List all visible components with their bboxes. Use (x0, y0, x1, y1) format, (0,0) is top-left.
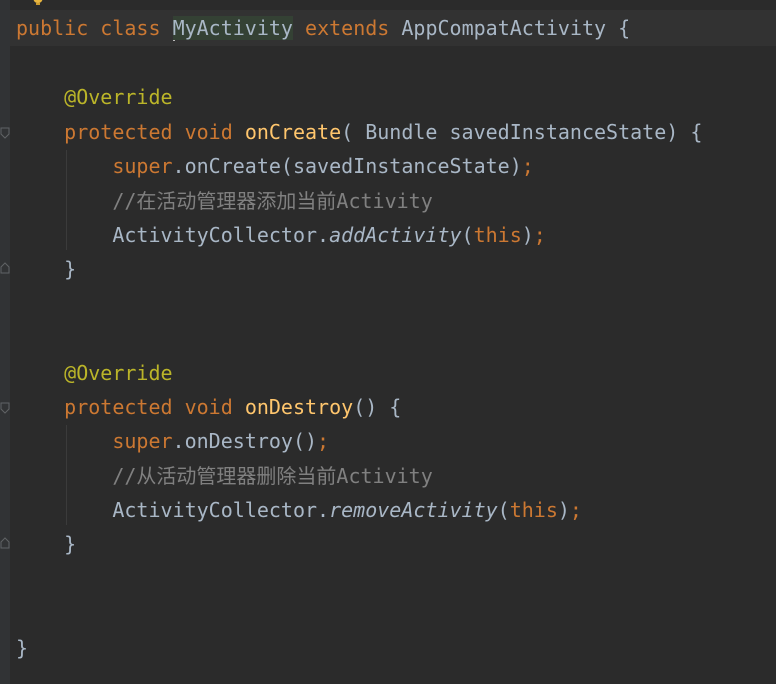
superclass-name[interactable]: AppCompatActivity (401, 16, 606, 40)
keyword: void (184, 395, 233, 419)
keyword: void (184, 120, 233, 144)
code-line-brace[interactable]: } (16, 254, 76, 284)
static-method-call[interactable]: addActivity (329, 223, 461, 247)
annotation: @Override (64, 361, 173, 385)
method-name[interactable]: onCreate (245, 120, 341, 144)
code-line-statement[interactable]: super.onCreate(savedInstanceState); (16, 151, 534, 181)
code-line-annotation[interactable]: @Override (16, 82, 173, 112)
class-name[interactable]: MyActivity (172, 16, 293, 40)
static-method-call[interactable]: removeActivity (329, 498, 498, 522)
statement-text: .onCreate(savedInstanceState) (172, 154, 522, 178)
keyword: this (509, 498, 558, 522)
paren-close: ) (557, 498, 570, 522)
method-name[interactable]: onDestroy (245, 395, 353, 419)
code-line-annotation[interactable]: @Override (16, 358, 173, 388)
brace: } (64, 532, 77, 556)
paren-close: ) (521, 223, 534, 247)
method-params: ( Bundle savedInstanceState) { (341, 120, 703, 144)
fold-marker-icon[interactable] (0, 127, 10, 139)
paren-open: ( (461, 223, 474, 247)
keyword: super (112, 429, 173, 453)
code-line-brace[interactable]: } (16, 529, 76, 559)
keyword: protected (64, 120, 173, 144)
keyword: super (112, 154, 173, 178)
annotation: @Override (64, 85, 173, 109)
statement-text: .onDestroy() (172, 429, 318, 453)
fold-marker-icon[interactable] (0, 402, 10, 414)
intention-bulb-icon[interactable] (30, 0, 46, 6)
code-line-comment[interactable]: //从活动管理器删除当前Activity (16, 461, 433, 491)
keyword: public (16, 16, 89, 40)
method-params: () { (353, 395, 402, 419)
comment: //从活动管理器删除当前Activity (112, 464, 433, 488)
semicolon: ; (521, 154, 534, 178)
brace: } (64, 257, 77, 281)
brace: { (618, 16, 631, 40)
object-reference: ActivityCollector. (112, 498, 330, 522)
semicolon: ; (569, 498, 582, 522)
code-line-comment[interactable]: //在活动管理器添加当前Activity (16, 186, 433, 216)
code-line-brace[interactable]: } (16, 633, 28, 663)
object-reference: ActivityCollector. (112, 223, 330, 247)
code-line-statement[interactable]: ActivityCollector.removeActivity(this); (16, 495, 582, 525)
fold-marker-icon[interactable] (0, 262, 10, 274)
comment: //在活动管理器添加当前Activity (112, 189, 433, 213)
keyword: protected (64, 395, 173, 419)
fold-marker-icon[interactable] (0, 537, 10, 549)
semicolon: ; (533, 223, 546, 247)
paren-open: ( (497, 498, 510, 522)
code-line-statement[interactable]: super.onDestroy(); (16, 426, 329, 456)
keyword: extends (305, 16, 390, 40)
code-line-class-declaration[interactable]: public class MyActivity extends AppCompa… (16, 13, 630, 43)
editor-gutter (0, 0, 10, 684)
code-line-method-declaration[interactable]: protected void onCreate( Bundle savedIns… (16, 117, 702, 147)
keyword: class (100, 16, 161, 40)
semicolon: ; (317, 429, 330, 453)
code-editor[interactable]: public class MyActivity extends AppCompa… (0, 0, 776, 684)
keyword: this (473, 223, 522, 247)
brace: } (16, 636, 29, 660)
code-line-statement[interactable]: ActivityCollector.addActivity(this); (16, 220, 546, 250)
code-line-method-declaration[interactable]: protected void onDestroy() { (16, 392, 401, 422)
